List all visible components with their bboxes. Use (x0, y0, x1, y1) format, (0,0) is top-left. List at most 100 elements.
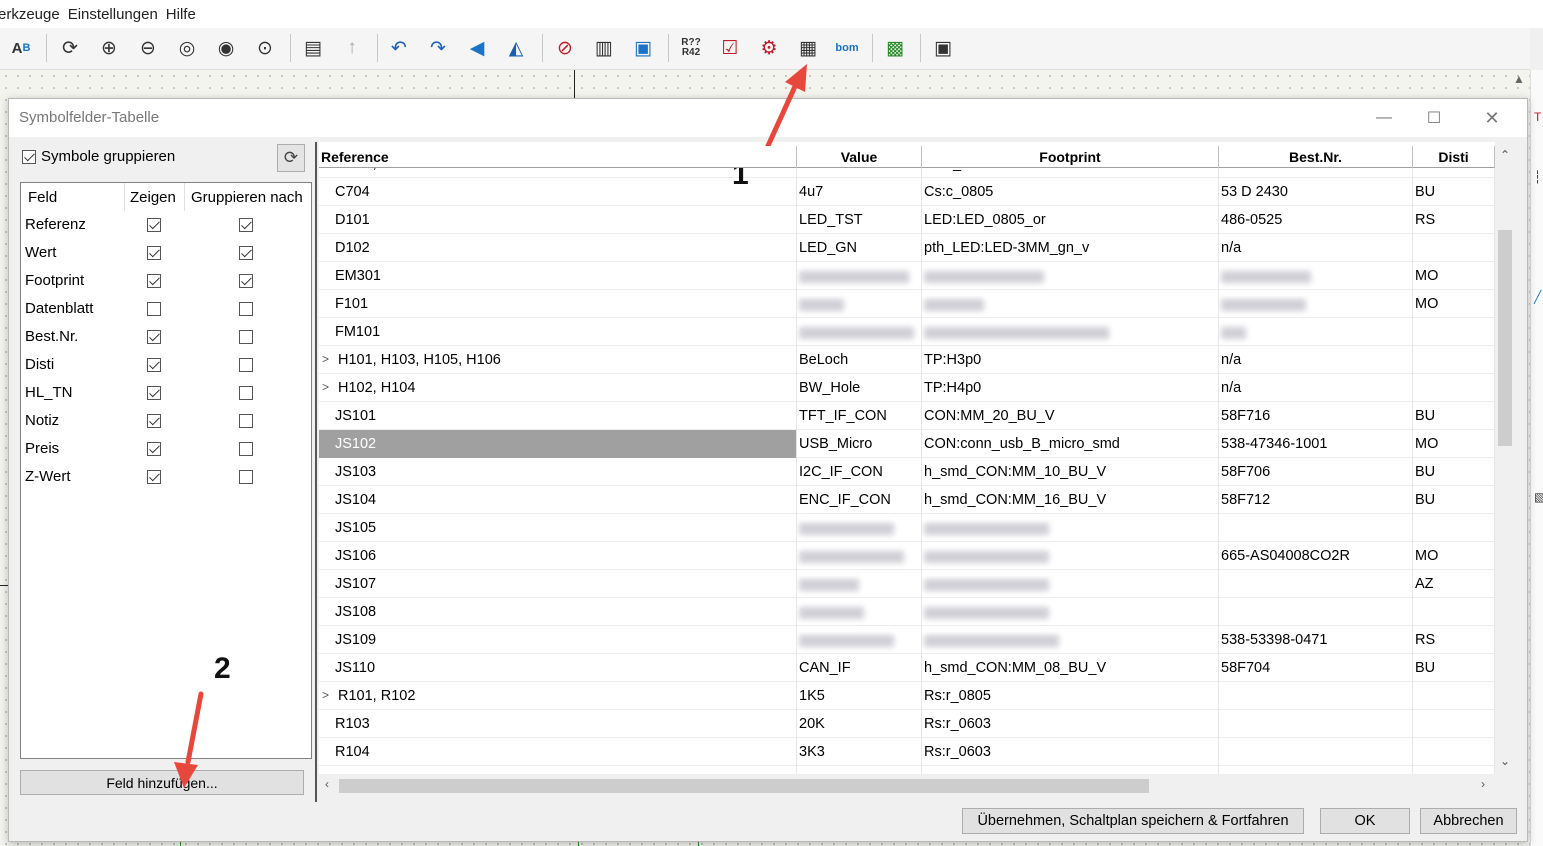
grid-cell-footprint[interactable]: Rs:r_0805 (922, 682, 1219, 710)
grid-cell-footprint[interactable] (922, 318, 1219, 346)
grid-cell-ref[interactable]: FM101 (319, 318, 797, 346)
grid-cell-ref[interactable]: D102 (319, 234, 797, 262)
grid-cell-value[interactable]: 4u7 (797, 178, 922, 206)
grid-cell-disti[interactable] (1413, 682, 1495, 710)
grid-cell-ref[interactable]: JS102 (319, 430, 797, 458)
grid-row[interactable]: JS110 CAN_IF h_smd_CON:MM_08_BU_V 58F704 BU (319, 654, 1495, 682)
grid-row[interactable]: EM301 MO (319, 262, 1495, 290)
mirror-h-icon[interactable]: ◭ (503, 35, 529, 61)
grid-cell-ref[interactable]: R103 (319, 710, 797, 738)
apply-save-continue-button[interactable]: Übernehmen, Schaltplan speichern & Fortf… (962, 808, 1304, 834)
maximize-icon[interactable]: ☐ (1411, 104, 1457, 132)
grid-cell-best[interactable] (1219, 710, 1413, 738)
refresh-icon[interactable]: ⟳ (57, 35, 83, 61)
grid-cell-ref[interactable]: JS107 (319, 570, 797, 598)
field-list-row[interactable]: Wert (21, 239, 311, 267)
rotate-cw-icon[interactable]: ↷ (425, 35, 451, 61)
grid-cell-footprint[interactable]: h_smd_CON:MM_08_BU_V (922, 654, 1219, 682)
field-list-row[interactable]: Datenblatt (21, 295, 311, 323)
field-list-row[interactable]: Footprint (21, 267, 311, 295)
grid-cell-best[interactable]: 58F716 (1219, 402, 1413, 430)
show-checkbox[interactable] (147, 274, 161, 288)
up-arrow-icon[interactable]: ↑ (339, 35, 365, 61)
grid-cell-footprint[interactable]: h_smd_CON:MM_10_BU_V (922, 458, 1219, 486)
grid-row[interactable]: JS109 538-53398-0471 RS (319, 626, 1495, 654)
menu-hilfe[interactable]: Hilfe (166, 6, 204, 23)
grid-cell-value[interactable]: ENC_IF_CON (797, 486, 922, 514)
grid-cell-ref[interactable]: > R101, R102 (319, 682, 797, 710)
group-symbols-toggle[interactable]: Symbole gruppieren (22, 148, 175, 165)
grid-cell-ref[interactable]: F101 (319, 290, 797, 318)
show-checkbox[interactable] (147, 470, 161, 484)
field-list-row[interactable]: HL_TN (21, 379, 311, 407)
text-ab-icon[interactable]: AB (8, 35, 34, 61)
grid-cell-best[interactable] (1219, 682, 1413, 710)
grid-row[interactable] (319, 766, 1495, 774)
menu-einstellungen[interactable]: Einstellungen (68, 6, 166, 23)
grid-cell-best[interactable]: 538-47346-1001 (1219, 430, 1413, 458)
grid-cell-disti[interactable]: MO (1413, 430, 1495, 458)
grid-cell-disti[interactable]: BU (1413, 178, 1495, 206)
grid-row[interactable]: R104 3K3 Rs:r_0603 (319, 738, 1495, 766)
grid-cell-footprint[interactable]: Cs:c_0805 (922, 178, 1219, 206)
grid-cell-best[interactable]: 53 D 2430 (1219, 178, 1413, 206)
group-by-checkbox[interactable] (239, 442, 253, 456)
grid-cell-best[interactable] (1219, 262, 1413, 290)
group-by-checkbox[interactable] (239, 470, 253, 484)
symbol-check-icon[interactable]: ▣ (630, 35, 656, 61)
grid-cell-best[interactable] (1219, 290, 1413, 318)
grid-cell-best[interactable]: 58F712 (1219, 486, 1413, 514)
grid-cell-best[interactable]: n/a (1219, 374, 1413, 402)
grid-cell-footprint[interactable] (922, 598, 1219, 626)
grid-cell-ref[interactable]: EM301 (319, 262, 797, 290)
grid-cell-footprint[interactable] (922, 626, 1219, 654)
grid-cell-best[interactable]: n/a (1219, 346, 1413, 374)
grid-cell-best[interactable]: 58F704 (1219, 654, 1413, 682)
grid-cell-value[interactable]: USB_Micro (797, 430, 922, 458)
expand-group-icon[interactable]: > (322, 352, 329, 366)
grid-cell-footprint[interactable] (922, 570, 1219, 598)
erc-icon[interactable]: ⊘ (552, 35, 578, 61)
add-field-button[interactable]: Feld hinzufügen... (20, 770, 304, 795)
grid-cell-value[interactable]: CAN_IF (797, 654, 922, 682)
grid-cell-value[interactable] (797, 626, 922, 654)
group-by-checkbox[interactable] (239, 414, 253, 428)
grid-cell-disti[interactable] (1413, 234, 1495, 262)
terminal-icon[interactable]: ▣ (930, 35, 956, 61)
grid-cell-value[interactable] (797, 542, 922, 570)
grid-cell-ref[interactable]: JS106 (319, 542, 797, 570)
field-list-row[interactable]: Referenz (21, 211, 311, 239)
grid-cell-ref[interactable]: R104 (319, 738, 797, 766)
group-by-checkbox[interactable] (239, 302, 253, 316)
show-checkbox[interactable] (147, 218, 161, 232)
show-checkbox[interactable] (147, 330, 161, 344)
rotate-ccw-icon[interactable]: ↶ (386, 35, 412, 61)
horizontal-scroll-thumb[interactable] (339, 779, 1149, 793)
grid-horizontal-scrollbar[interactable]: ‹ › (319, 776, 1495, 796)
grid-cell-footprint[interactable] (922, 766, 1219, 774)
grid-row[interactable]: R103 20K Rs:r_0603 (319, 710, 1495, 738)
grid-cell-ref[interactable]: D101 (319, 206, 797, 234)
column-header-disti[interactable]: Disti (1413, 146, 1495, 168)
grid-cell-disti[interactable]: MO (1413, 290, 1495, 318)
column-header-value[interactable]: Value (797, 146, 922, 168)
grid-cell-disti[interactable] (1413, 766, 1495, 774)
field-list-row[interactable]: Preis (21, 435, 311, 463)
grid-cell-footprint[interactable]: CON:MM_20_BU_V (922, 402, 1219, 430)
zoom-object-icon[interactable]: ⊙ (252, 35, 278, 61)
regroup-button[interactable]: ⟳ (277, 144, 305, 172)
field-list-row[interactable]: Notiz (21, 407, 311, 435)
grid-cell-footprint[interactable]: CON:conn_usb_B_micro_smd (922, 430, 1219, 458)
grid-cell-ref[interactable]: JS101 (319, 402, 797, 430)
grid-cell-value[interactable]: I2C_IF_CON (797, 458, 922, 486)
grid-cell-best[interactable] (1219, 766, 1413, 774)
mirror-v-icon[interactable]: ◀ (464, 35, 490, 61)
grid-row[interactable]: JS105 (319, 514, 1495, 542)
grid-cell-ref[interactable]: > H102, H104 (319, 374, 797, 402)
grid-cell-disti[interactable] (1413, 710, 1495, 738)
column-header-zeigen[interactable]: Zeigen (130, 189, 176, 206)
checklist-icon[interactable]: ☑ (717, 35, 743, 61)
grid-cell-disti[interactable]: BU (1413, 458, 1495, 486)
field-list-row[interactable]: Disti (21, 351, 311, 379)
grid-cell-value[interactable] (797, 262, 922, 290)
